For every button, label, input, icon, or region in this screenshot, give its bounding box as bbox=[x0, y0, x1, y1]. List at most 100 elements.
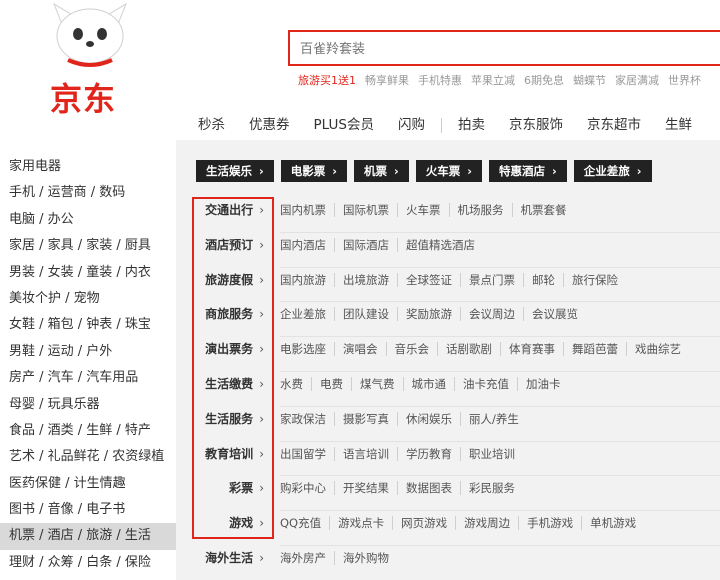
submenu-link[interactable]: 数据图表 bbox=[406, 481, 461, 496]
chevron-right-icon: › bbox=[332, 164, 337, 178]
quick-tag-button[interactable]: 机票 › bbox=[354, 160, 409, 182]
submenu-link[interactable]: 休闲娱乐 bbox=[406, 411, 461, 426]
sidebar-category-item[interactable]: 机票 / 酒店 / 旅游 / 生活 bbox=[0, 523, 176, 550]
sidebar-category-item[interactable]: 图书 / 音像 / 电子书 bbox=[0, 497, 176, 523]
jd-logo-text[interactable]: 京东 bbox=[50, 74, 116, 120]
submenu-link[interactable]: 会议展览 bbox=[532, 307, 586, 321]
submenu-link[interactable]: 国内旅游 bbox=[280, 272, 335, 287]
sidebar-category-item[interactable]: 家居 / 家具 / 家装 / 厨具 bbox=[0, 233, 176, 259]
hot-word-link[interactable]: 畅享鲜果 bbox=[365, 74, 409, 87]
hot-word-link[interactable]: 手机特惠 bbox=[418, 74, 462, 87]
submenu-link[interactable]: 职业培训 bbox=[469, 447, 523, 461]
submenu-link[interactable]: 手机游戏 bbox=[527, 516, 583, 531]
row-divider bbox=[280, 510, 720, 512]
sidebar-category-item[interactable]: 食品 / 酒类 / 生鲜 / 特产 bbox=[0, 418, 176, 444]
submenu-link[interactable]: 机票套餐 bbox=[521, 203, 575, 217]
submenu-link[interactable]: 油卡充值 bbox=[463, 376, 518, 391]
sidebar-category-item[interactable]: 手机 / 运营商 / 数码 bbox=[0, 180, 176, 206]
submenu-link[interactable]: 海外购物 bbox=[343, 551, 397, 565]
quick-tag-button[interactable]: 特惠酒店 › bbox=[489, 160, 567, 182]
hot-word-link[interactable]: 6期免息 bbox=[524, 74, 564, 87]
submenu-link[interactable]: 海外房产 bbox=[280, 550, 335, 565]
sidebar-category-item[interactable]: 女鞋 / 箱包 / 钟表 / 珠宝 bbox=[0, 312, 176, 338]
submenu-link[interactable]: 游戏点卡 bbox=[338, 516, 394, 531]
submenu-link[interactable]: 学历教育 bbox=[406, 446, 461, 461]
submenu-link[interactable]: 演唱会 bbox=[343, 342, 387, 357]
nav-item[interactable]: 京东超市 bbox=[587, 113, 641, 133]
submenu-row-title[interactable]: 海外生活 › bbox=[186, 545, 264, 571]
submenu-link[interactable]: 家政保洁 bbox=[280, 411, 335, 426]
submenu-link[interactable]: 出境旅游 bbox=[343, 272, 398, 287]
sidebar-category-item[interactable]: 母婴 / 玩具乐器 bbox=[0, 392, 176, 418]
submenu-link[interactable]: 超值精选酒店 bbox=[406, 238, 483, 252]
sidebar-category-item[interactable]: 理财 / 众筹 / 白条 / 保险 bbox=[0, 550, 176, 576]
submenu-link[interactable]: 丽人/养生 bbox=[469, 412, 527, 426]
submenu-link[interactable]: 奖励旅游 bbox=[406, 307, 461, 322]
submenu-link[interactable]: 国内酒店 bbox=[280, 237, 335, 252]
sidebar-category-item[interactable]: 男鞋 / 运动 / 户外 bbox=[0, 339, 176, 365]
submenu-row-links: 家政保洁 摄影写真 休闲娱乐 丽人/养生 bbox=[280, 411, 535, 426]
quick-tag-button[interactable]: 生活娱乐 › bbox=[196, 160, 274, 182]
sidebar-category-item[interactable]: 家用电器 bbox=[0, 154, 176, 180]
submenu-link[interactable]: 会议周边 bbox=[469, 307, 524, 322]
submenu-link[interactable]: 城市通 bbox=[412, 376, 455, 391]
nav-item[interactable]: PLUS会员 bbox=[314, 113, 374, 133]
quick-tag-button[interactable]: 企业差旅 › bbox=[573, 160, 652, 182]
submenu-link[interactable]: 舞蹈芭蕾 bbox=[572, 342, 627, 357]
submenu-link[interactable]: 煤气费 bbox=[360, 376, 404, 391]
submenu-link[interactable]: 水费 bbox=[280, 376, 312, 391]
search-input[interactable] bbox=[300, 38, 700, 60]
nav-item[interactable]: 生鲜 bbox=[665, 113, 692, 133]
submenu-row-links: 购彩中心 开奖结果 数据图表 彩民服务 bbox=[280, 481, 531, 496]
sidebar-category-item[interactable]: 电脑 / 办公 bbox=[0, 207, 176, 233]
submenu-link[interactable]: 团队建设 bbox=[343, 307, 398, 322]
hot-word-link[interactable]: 蝴蝶节 bbox=[573, 74, 606, 87]
sidebar-category-item[interactable]: 艺术 / 礼品鲜花 / 农资绿植 bbox=[0, 444, 176, 470]
submenu-link[interactable]: 电费 bbox=[320, 376, 352, 391]
nav-item[interactable]: 拍卖 bbox=[458, 113, 485, 133]
submenu-link[interactable]: 购彩中心 bbox=[280, 481, 335, 496]
submenu-link[interactable]: 单机游戏 bbox=[590, 516, 644, 530]
submenu-link[interactable]: 网页游戏 bbox=[401, 516, 457, 531]
submenu-link[interactable]: 国内机票 bbox=[280, 203, 335, 217]
submenu-link[interactable]: 电影选座 bbox=[280, 342, 335, 357]
submenu-link[interactable]: 摄影写真 bbox=[343, 411, 398, 426]
submenu-link[interactable]: 景点门票 bbox=[469, 272, 524, 287]
submenu-link[interactable]: 开奖结果 bbox=[343, 481, 398, 496]
main-nav: 秒杀 优惠券 PLUS会员 闪购 拍卖 京东服饰 京东超市 生鲜 bbox=[198, 113, 716, 133]
quick-tag-button[interactable]: 火车票 › bbox=[415, 160, 482, 182]
submenu-link[interactable]: 国际机票 bbox=[343, 203, 398, 217]
sidebar-category-item[interactable]: 医药保健 / 计生情趣 bbox=[0, 471, 176, 497]
submenu-link[interactable]: 旅行保险 bbox=[572, 273, 626, 287]
submenu-link[interactable]: 彩民服务 bbox=[469, 481, 523, 495]
sidebar-category-item[interactable]: 男装 / 女装 / 童装 / 内衣 bbox=[0, 260, 176, 286]
submenu-link[interactable]: 话剧歌剧 bbox=[446, 342, 501, 357]
submenu-link[interactable]: 游戏周边 bbox=[464, 516, 520, 531]
submenu-link[interactable]: 出国留学 bbox=[280, 446, 335, 461]
hot-word-link[interactable]: 旅游买1送1 bbox=[298, 74, 356, 87]
submenu-row-links: 国内旅游 出境旅游 全球签证 景点门票 邮轮 旅行保险 bbox=[280, 272, 634, 287]
sidebar-category-item[interactable]: 美妆个护 / 宠物 bbox=[0, 286, 176, 312]
submenu-link[interactable]: 企业差旅 bbox=[280, 307, 335, 322]
submenu-link[interactable]: 加油卡 bbox=[526, 377, 569, 391]
submenu-link[interactable]: 语言培训 bbox=[343, 446, 398, 461]
sidebar-category-item[interactable]: 房产 / 汽车 / 汽车用品 bbox=[0, 365, 176, 391]
submenu-link[interactable]: 机场服务 bbox=[458, 203, 513, 217]
nav-item[interactable]: 京东服饰 bbox=[509, 113, 563, 133]
hot-word-link[interactable]: 世界杯 bbox=[668, 74, 701, 87]
submenu-link[interactable]: 音乐会 bbox=[395, 342, 438, 357]
submenu-link[interactable]: 国际酒店 bbox=[343, 237, 398, 252]
submenu-link[interactable]: 体育赛事 bbox=[509, 342, 564, 357]
submenu-link[interactable]: 全球签证 bbox=[406, 272, 461, 287]
nav-item[interactable]: 优惠券 bbox=[249, 113, 290, 133]
submenu-link[interactable]: 邮轮 bbox=[532, 272, 564, 287]
nav-item[interactable]: 秒杀 bbox=[198, 113, 225, 133]
nav-item[interactable]: 闪购 bbox=[398, 113, 425, 133]
submenu-link[interactable]: QQ充值 bbox=[280, 516, 331, 531]
quick-tag-button[interactable]: 电影票 › bbox=[280, 160, 347, 182]
row-divider bbox=[280, 440, 720, 442]
hot-word-link[interactable]: 家居满减 bbox=[615, 74, 659, 87]
submenu-link[interactable]: 戏曲综艺 bbox=[635, 342, 689, 356]
hot-word-link[interactable]: 苹果立减 bbox=[471, 74, 515, 87]
submenu-link[interactable]: 火车票 bbox=[406, 203, 450, 217]
